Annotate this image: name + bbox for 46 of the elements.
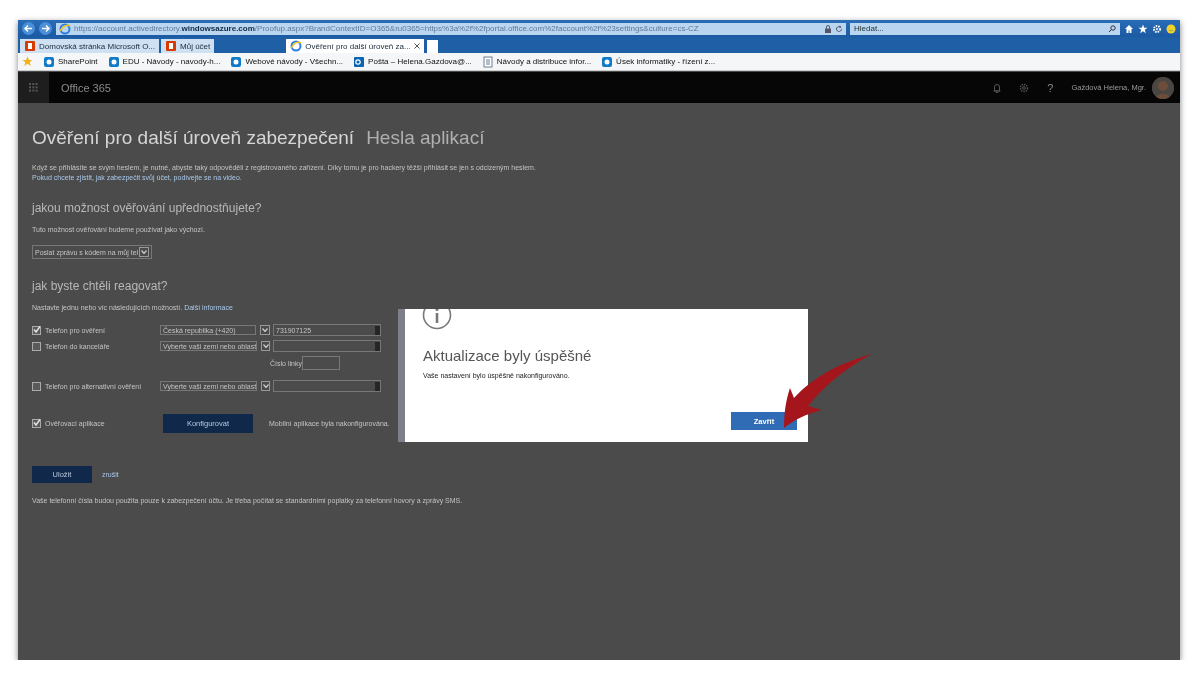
- globe-icon: [290, 40, 303, 52]
- settings-icon[interactable]: [1019, 82, 1030, 93]
- bookmark-link[interactable]: SharePoint: [43, 55, 98, 68]
- bookmark-link[interactable]: EDU - Návody - navody-h...: [107, 55, 221, 68]
- dropdown-caret-icon[interactable]: [259, 325, 270, 335]
- page-title: Ověření pro další úroveň zabezpečení: [32, 127, 355, 149]
- checkbox[interactable]: [32, 325, 41, 335]
- refresh-icon[interactable]: [835, 24, 843, 33]
- checkbox[interactable]: [32, 341, 41, 351]
- dropdown-caret-icon[interactable]: [261, 341, 270, 351]
- app-passwords-tab[interactable]: Hesla aplikací: [366, 127, 485, 149]
- globe-icon: [59, 22, 71, 35]
- checkbox[interactable]: [32, 419, 41, 428]
- bell-icon[interactable]: [993, 82, 1002, 93]
- phone-number-field[interactable]: [273, 340, 381, 352]
- avatar-icon[interactable]: [1152, 76, 1174, 99]
- forward-button[interactable]: [39, 22, 52, 35]
- section-heading: jakou možnost ověřování upřednostňujete?: [32, 201, 263, 215]
- search-field[interactable]: Hledat...: [850, 22, 1108, 35]
- bookmark-link[interactable]: Úsek informatiky - řízení z...: [601, 55, 716, 68]
- new-tab-button[interactable]: [426, 40, 438, 53]
- checkbox[interactable]: [32, 381, 41, 391]
- smiley-icon[interactable]: [1166, 23, 1176, 34]
- browser-tab[interactable]: Ověření pro další úroveň za...: [286, 39, 424, 53]
- lock-icon: [824, 24, 832, 33]
- dropdown-caret-icon[interactable]: [261, 381, 270, 391]
- browser-tab[interactable]: Můj účet: [161, 39, 215, 53]
- section-heading: jak byste chtěli reagovat?: [32, 279, 169, 293]
- address-bar[interactable]: https://account.activedirectory.windowsazure.com/Proofup.aspx?BrandContextID=O365&ru0365=https%3a%2f%2fportal.office.com%2faccount%2f%23settings&culture=cs-CZ: [56, 22, 846, 35]
- phone-number-field[interactable]: [273, 380, 381, 392]
- close-icon[interactable]: [413, 43, 420, 49]
- home-icon[interactable]: [1124, 23, 1134, 34]
- dropdown-caret-icon[interactable]: [139, 247, 150, 257]
- search-icon: [1108, 22, 1120, 35]
- bookmark-link[interactable]: Návody a distribuce infor...: [481, 55, 592, 68]
- app-title[interactable]: Office 365: [61, 81, 994, 94]
- browser-tab[interactable]: Domovská stránka Microsoft O...: [20, 39, 160, 53]
- bookmark-link[interactable]: Webové návody - Všechn...: [230, 55, 344, 68]
- url-text: https://account.activedirectory.windowsazure.com/Proofup.aspx?BrandContextID=O365&ru0365=https%3a%2f%2fportal.office.com%2faccount%2f%23settings&culture=cs-CZ: [74, 24, 700, 33]
- bookmark-link[interactable]: Pošta – Helena.Gazdova@...: [353, 55, 472, 68]
- extension-field[interactable]: [301, 356, 340, 370]
- star-icon[interactable]: [1138, 23, 1148, 34]
- dialog-title: Aktualizace byly úspěšné: [423, 347, 592, 364]
- favorites-star-icon[interactable]: [22, 56, 33, 67]
- help-icon[interactable]: ?: [1047, 81, 1054, 94]
- back-button[interactable]: [22, 22, 35, 35]
